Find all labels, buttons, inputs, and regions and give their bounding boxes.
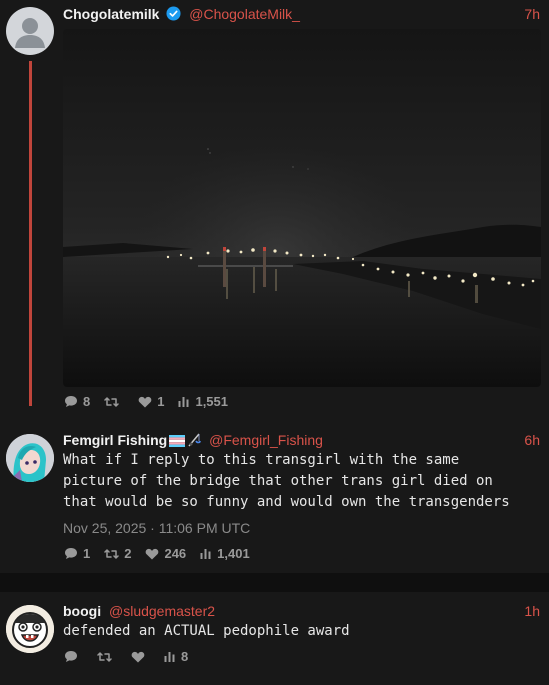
post-time[interactable]: 1h (524, 603, 540, 619)
views-count: 1,401 (217, 546, 250, 561)
post-date[interactable]: Nov 25, 2025 · 11:06 PM UTC (63, 520, 250, 536)
post-header: Chogolatemilk @ChogolateMilk_ (63, 6, 300, 24)
views-stat[interactable]: 8 (164, 649, 188, 664)
like-stat[interactable]: 1 (138, 394, 164, 409)
user-handle[interactable]: @ChogolateMilk_ (189, 6, 300, 22)
night-bridge-photo (63, 29, 541, 387)
user-handle[interactable]: @Femgirl_Fishing (209, 432, 323, 448)
like-count: 246 (164, 546, 187, 561)
post-text: What if I reply to this transgirl with t… (63, 452, 510, 510)
post-stats: 8 (64, 649, 202, 664)
reply-stat[interactable]: 8 (64, 394, 90, 409)
comment-icon (65, 396, 77, 407)
heart-icon (146, 548, 159, 559)
retweet-count: 2 (124, 546, 132, 561)
default-user-icon (15, 18, 45, 48)
like-count: 1 (157, 394, 165, 409)
verified-badge-icon (166, 6, 181, 24)
views-count: 1,551 (195, 394, 229, 409)
avatar-femgirl-fishing[interactable] (6, 434, 54, 482)
retweet-icon (104, 548, 119, 559)
reply-count: 8 (83, 394, 91, 409)
retweet-stat[interactable] (97, 651, 117, 663)
post-text: defended an ACTUAL pedophile award (63, 623, 350, 639)
comment-icon (65, 548, 77, 559)
display-name[interactable]: boogi (63, 603, 101, 619)
like-stat[interactable]: 246 (145, 546, 186, 561)
post-time[interactable]: 6h (524, 432, 540, 448)
retweet-icon (104, 396, 119, 407)
thread-line (29, 61, 32, 406)
post-header: boogi @sludgemaster2 (63, 603, 215, 619)
views-chart-icon (164, 652, 175, 662)
views-stat[interactable]: 1,401 (200, 546, 250, 561)
heart-icon (131, 651, 145, 662)
post-stats: 1 2 246 1,401 (64, 546, 264, 561)
heart-icon (138, 396, 152, 407)
views-chart-icon (200, 549, 211, 559)
avatar-default[interactable] (6, 7, 54, 55)
comment-icon (65, 651, 77, 662)
display-name[interactable]: Femgirl Fishing (63, 432, 167, 448)
attached-photo[interactable] (63, 29, 541, 387)
avatar-boogi[interactable] (6, 605, 54, 653)
retweet-stat[interactable]: 2 (104, 546, 131, 561)
post-time[interactable]: 7h (524, 6, 540, 22)
trans-flag-icon (169, 434, 186, 450)
anime-avatar-icon (6, 434, 54, 482)
thread-panel: Chogolatemilk @ChogolateMilk_ 7h 8 1 1,5… (0, 0, 549, 573)
views-stat[interactable]: 1,551 (178, 394, 228, 409)
cartoon-face-avatar-icon (6, 605, 54, 653)
views-count: 8 (181, 649, 189, 664)
retweet-stat[interactable] (104, 396, 124, 408)
reply-stat[interactable] (64, 650, 83, 663)
like-stat[interactable] (131, 651, 150, 663)
reply-panel: boogi @sludgemaster2 1h defended an ACTU… (0, 592, 549, 685)
fishing-pole-icon (187, 433, 202, 450)
views-chart-icon (178, 397, 189, 407)
reply-stat[interactable]: 1 (64, 546, 90, 561)
post-stats: 8 1 1,551 (64, 394, 242, 409)
post-header: Femgirl Fishing @Femgirl_Fishing (63, 432, 323, 450)
retweet-icon (97, 651, 112, 662)
reply-count: 1 (83, 546, 91, 561)
display-name[interactable]: Chogolatemilk (63, 6, 159, 22)
user-handle[interactable]: @sludgemaster2 (109, 603, 215, 619)
